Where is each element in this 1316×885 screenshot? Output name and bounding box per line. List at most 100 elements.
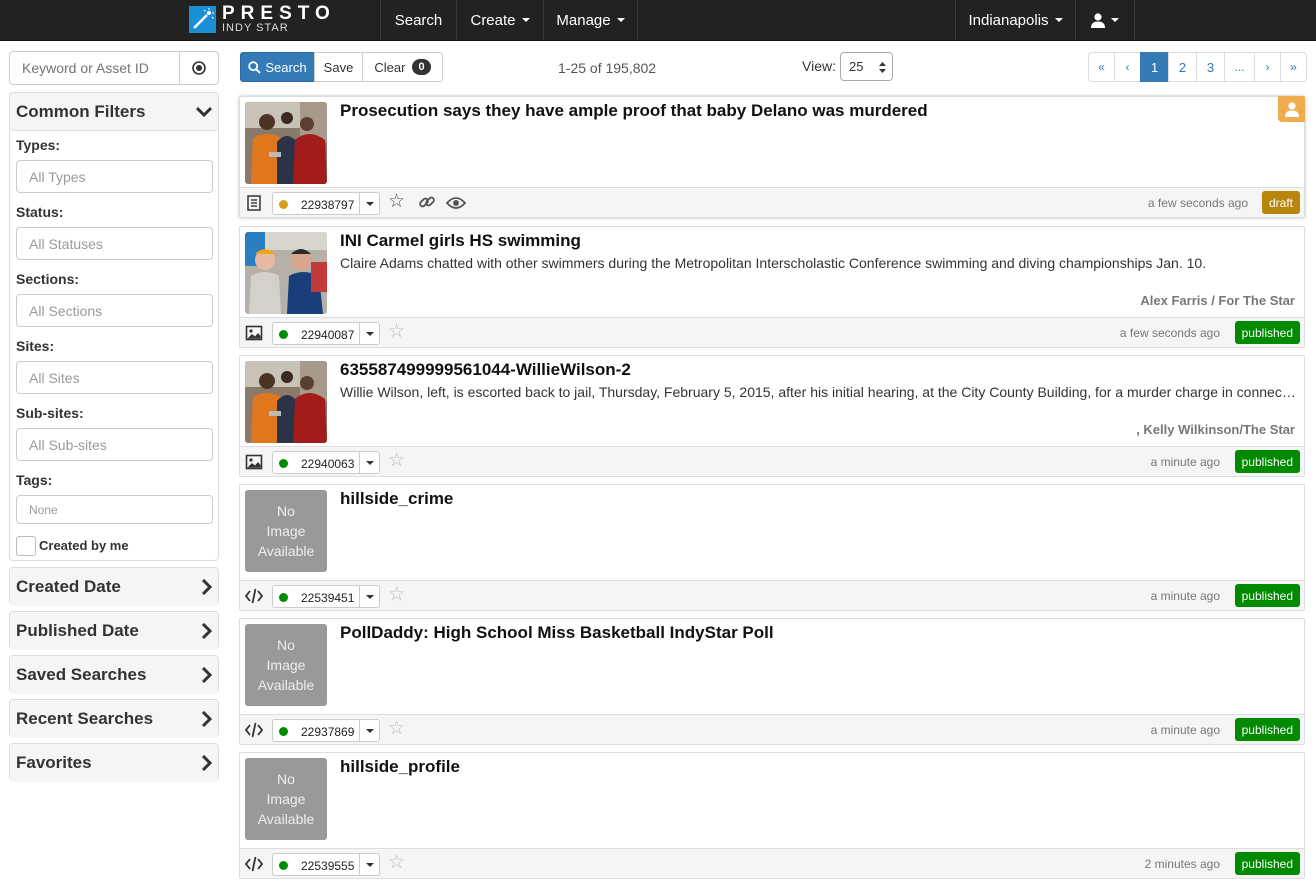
status-placeholder: All Statuses [29, 235, 103, 252]
result-card[interactable]: 635587499999561044-WillieWilson-2 Willie… [239, 355, 1305, 477]
subsites-label: Sub-sites: [16, 405, 84, 421]
asset-id: 22940087 [301, 328, 355, 342]
result-title[interactable]: hillside_profile [340, 757, 460, 777]
recent-searches-panel[interactable]: Recent Searches [9, 699, 219, 738]
nav-search-label: Search [394, 11, 443, 29]
favorites-panel[interactable]: Favorites [9, 743, 219, 782]
status-badge: published [1234, 718, 1300, 741]
code-embed-icon [245, 856, 263, 872]
code-embed-icon [245, 722, 263, 738]
result-footer: 22539555 ☆ 2 minutes ago published [240, 848, 1304, 878]
result-title[interactable]: Prosecution says they have ample proof t… [340, 101, 928, 121]
no-image-placeholder[interactable]: No Image Available [245, 758, 327, 840]
page-3[interactable]: 3 [1196, 52, 1225, 82]
timestamp: a minute ago [1150, 723, 1220, 737]
no-image-placeholder[interactable]: No Image Available [245, 624, 327, 706]
no-image-text: No Image Available [257, 771, 315, 827]
star-icon[interactable]: ☆ [388, 451, 405, 471]
status-badge: published [1234, 450, 1300, 473]
page-2[interactable]: 2 [1168, 52, 1197, 82]
thumbnail-image[interactable] [245, 361, 327, 443]
chevron-down-icon [196, 106, 212, 117]
chevron-down-icon [359, 720, 379, 741]
page-last[interactable]: » [1280, 52, 1307, 82]
image-icon [245, 454, 263, 470]
search-options-button[interactable] [179, 51, 219, 85]
chevron-down-icon [359, 323, 379, 344]
chevron-down-icon [521, 18, 530, 22]
view-per-page-select[interactable]: 25 [840, 52, 893, 81]
timestamp: a few seconds ago [1147, 196, 1248, 210]
result-card[interactable]: No Image Available PollDaddy: High Schoo… [239, 618, 1305, 745]
result-footer: 22940063 ☆ a minute ago published [240, 446, 1304, 476]
page-first[interactable]: « [1088, 52, 1115, 82]
asset-id-dropdown[interactable]: 22940087 [272, 322, 380, 345]
published-date-panel[interactable]: Published Date [9, 611, 219, 650]
brand-logo-link[interactable]: PRESTO INDY STAR [189, 4, 336, 34]
star-icon[interactable]: ☆ [388, 719, 405, 739]
eye-icon[interactable] [446, 196, 466, 210]
select-arrows-icon [879, 62, 886, 73]
asset-id-dropdown[interactable]: 22539555 [272, 853, 380, 876]
created-date-panel[interactable]: Created Date [9, 567, 219, 606]
saved-searches-panel[interactable]: Saved Searches [9, 655, 219, 694]
thumbnail-image[interactable] [245, 102, 327, 184]
search-button-label: Search [265, 59, 307, 75]
asset-id: 22940063 [301, 457, 355, 471]
tags-input[interactable]: None [16, 495, 213, 524]
star-icon[interactable]: ☆ [388, 585, 405, 605]
nav-search[interactable]: Search [380, 0, 456, 40]
created-by-me-checkbox[interactable] [16, 536, 36, 556]
result-footer: 22937869 ☆ a minute ago published [240, 714, 1304, 744]
save-button[interactable]: Save [314, 52, 363, 82]
link-icon[interactable] [418, 193, 436, 211]
chevron-down-icon [359, 586, 379, 607]
asset-id-dropdown[interactable]: 22938797 [272, 192, 380, 215]
timestamp: 2 minutes ago [1144, 857, 1220, 871]
status-label: Status: [16, 204, 64, 220]
status-select[interactable]: All Statuses [16, 227, 213, 260]
thumbnail-image[interactable] [245, 232, 327, 314]
page-1[interactable]: 1 [1140, 52, 1169, 82]
result-title[interactable]: hillside_crime [340, 489, 453, 509]
types-select[interactable]: All Types [16, 160, 213, 193]
subsites-select[interactable]: All Sub-sites [16, 428, 213, 461]
no-image-placeholder[interactable]: No Image Available [245, 490, 327, 572]
common-filters-toggle[interactable]: Common Filters [10, 93, 218, 131]
page-next[interactable]: › [1254, 52, 1281, 82]
asset-id-dropdown[interactable]: 22539451 [272, 585, 380, 608]
star-icon[interactable]: ☆ [388, 322, 405, 342]
nav-user-dropdown[interactable] [1075, 0, 1135, 40]
asset-id-dropdown[interactable]: 22937869 [272, 719, 380, 742]
created-by-me-label: Created by me [39, 538, 129, 553]
result-card[interactable]: INI Carmel girls HS swimming Claire Adam… [239, 226, 1305, 348]
result-card[interactable]: No Image Available hillside_profile 2253… [239, 752, 1305, 879]
star-icon[interactable]: ☆ [388, 853, 405, 873]
clear-count-badge: 0 [412, 59, 431, 75]
search-button[interactable]: Search [240, 52, 315, 82]
page-ellipsis[interactable]: ... [1224, 52, 1255, 82]
status-dot [279, 593, 288, 602]
nav-manage-label: Manage [556, 11, 611, 29]
sections-select[interactable]: All Sections [16, 294, 213, 327]
sections-placeholder: All Sections [29, 302, 103, 319]
chevron-right-icon [201, 579, 212, 595]
keyword-search-input[interactable] [9, 51, 180, 85]
sites-select[interactable]: All Sites [16, 361, 213, 394]
clear-button[interactable]: Clear 0 [362, 52, 443, 82]
status-badge: published [1234, 852, 1300, 875]
result-card[interactable]: Prosecution says they have ample proof t… [239, 96, 1305, 218]
page-prev[interactable]: ‹ [1114, 52, 1141, 82]
user-icon [1091, 12, 1105, 28]
status-dot [279, 330, 288, 339]
result-title[interactable]: PollDaddy: High School Miss Basketball I… [340, 623, 774, 643]
result-card[interactable]: No Image Available hillside_crime 225394… [239, 484, 1305, 611]
code-embed-icon [245, 588, 263, 604]
star-icon[interactable]: ☆ [388, 192, 405, 212]
nav-create-dropdown[interactable]: Create [456, 0, 543, 40]
nav-manage-dropdown[interactable]: Manage [543, 0, 638, 40]
asset-id-dropdown[interactable]: 22940063 [272, 451, 380, 474]
result-title[interactable]: INI Carmel girls HS swimming [340, 231, 581, 251]
nav-site-dropdown[interactable]: Indianapolis [955, 0, 1075, 40]
result-title[interactable]: 635587499999561044-WillieWilson-2 [340, 360, 631, 380]
